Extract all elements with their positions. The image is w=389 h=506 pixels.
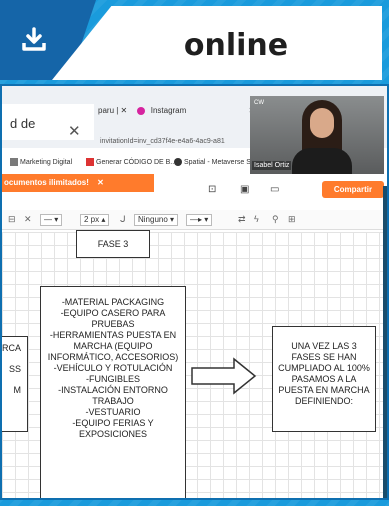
tab-title-partial[interactable]: paru | ✕	[98, 106, 127, 115]
bookmark-item[interactable]: Marketing Digital	[10, 158, 72, 166]
instagram-tab[interactable]: Instagram	[151, 106, 187, 115]
diagram-canvas[interactable]: FASE 3 RCA SS M -MATERIAL PACKAGING -EQU…	[2, 230, 384, 498]
duplicate-icon[interactable]: ⊞	[288, 214, 296, 225]
tab-title: d de	[10, 116, 36, 131]
download-tray-icon	[22, 27, 46, 51]
bookmark-item[interactable]: Spatial - Metaverse S	[174, 158, 251, 166]
page-title: online	[183, 27, 289, 63]
arrow-start-select[interactable]: Ninguno ▾	[134, 214, 179, 226]
swap-icon[interactable]: ⇄	[238, 214, 246, 225]
arrow-end-select[interactable]: —▸ ▾	[186, 214, 213, 226]
left-box[interactable]: RCA SS M	[2, 336, 28, 432]
close-tab-icon[interactable]: ✕	[68, 122, 81, 140]
banner-text: ocumentos ilimitados!	[4, 178, 89, 187]
right-box[interactable]: UNA VEZ LAS 3 FASES SE HAN CUMPLIADO AL …	[272, 326, 376, 432]
app-toolbar: ⊡ ▣ ▭ Compartir	[198, 178, 387, 202]
video-icon[interactable]: ▭	[270, 184, 279, 195]
close-banner-icon[interactable]: ✕	[97, 178, 104, 187]
spatial-icon	[174, 158, 182, 166]
doc-icon	[10, 158, 18, 166]
address-bar[interactable]: invitationId=inv_cd37f4e-e4a6-4ac9-a81	[100, 138, 225, 145]
right-arrow-shape[interactable]	[190, 356, 258, 396]
screen-capture: d de ✕ paru | ✕ Instagram ✕ invitationId…	[0, 84, 389, 500]
bookmarks-bar: Marketing Digital Generar CÓDIGO DE B...…	[2, 152, 262, 170]
lightning-icon[interactable]: ϟ	[254, 214, 259, 224]
browser-tabs[interactable]: paru | ✕ Instagram ✕	[98, 106, 255, 115]
side-panel-edge	[383, 186, 387, 498]
phase-box[interactable]: FASE 3	[76, 230, 150, 258]
promo-banner: ocumentos ilimitados! ✕	[2, 174, 154, 192]
share-button[interactable]: Compartir	[322, 181, 384, 198]
comment-icon[interactable]: ⊡	[208, 184, 216, 195]
header: online	[0, 0, 389, 80]
instagram-icon	[137, 106, 146, 115]
format-icon[interactable]: ⊟	[8, 214, 16, 225]
present-icon[interactable]: ▣	[240, 184, 249, 195]
stroke-size-select[interactable]: 2 px ▴	[80, 214, 110, 226]
middle-box[interactable]: -MATERIAL PACKAGING -EQUIPO CASERO PARA …	[40, 286, 186, 498]
slide: online d de ✕ paru | ✕ Instagram ✕ invit…	[0, 0, 389, 506]
red-square-icon	[86, 158, 94, 166]
lock-icon[interactable]: ⚲	[272, 214, 279, 225]
wand-icon[interactable]: ✕	[24, 214, 32, 225]
bookmark-item[interactable]: Generar CÓDIGO DE B...	[86, 158, 176, 166]
video-call-tile[interactable]: CW Isabel Ortiz	[250, 96, 384, 174]
camera-tag: CW	[254, 100, 264, 106]
format-toolbar: ⊟ ✕ — ▾ 2 px ▴ ᒍ Ninguno ▾ —▸ ▾ ⇄ ϟ ⚲ ⊞	[2, 210, 387, 230]
line-curve-icon[interactable]: ᒍ	[120, 214, 126, 225]
line-style-select[interactable]: — ▾	[40, 214, 63, 226]
participant-name: Isabel Ortiz	[252, 161, 292, 170]
